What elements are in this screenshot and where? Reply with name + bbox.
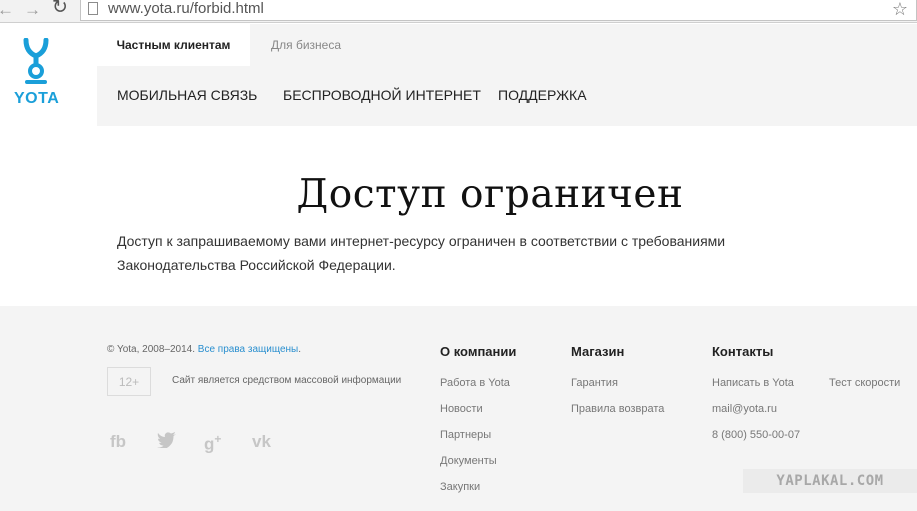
copyright: © Yota, 2008–2014. Все права защищены. xyxy=(107,344,301,355)
logo-text: YOTA xyxy=(14,90,60,107)
watermark: YAPLAKAL.COM xyxy=(743,469,917,493)
url-text[interactable]: www.yota.ru/forbid.html xyxy=(108,0,264,18)
rights-suffix: . xyxy=(298,344,302,355)
twitter-icon[interactable] xyxy=(157,432,176,453)
link-jobs[interactable]: Работа в Yota xyxy=(440,377,510,389)
copyright-text: © Yota, 2008–2014. xyxy=(107,344,196,355)
twitter-bird-icon xyxy=(157,432,176,449)
yota-logo[interactable]: YOTA xyxy=(0,24,97,126)
star-icon[interactable]: ☆ xyxy=(892,0,908,18)
access-message: Доступ к запрашиваемому вами интернет-ре… xyxy=(117,229,797,277)
footer-col-about-title: О компании xyxy=(440,344,517,359)
link-documents[interactable]: Документы xyxy=(440,455,497,467)
rights-link[interactable]: Все права защищены xyxy=(198,344,298,355)
nav-support[interactable]: ПОДДЕРЖКА xyxy=(498,87,587,103)
footer-col-shop-title: Магазин xyxy=(571,344,625,359)
link-partners[interactable]: Партнеры xyxy=(440,429,491,441)
vk-icon[interactable]: vk xyxy=(252,432,271,452)
page-title: Доступ ограничен xyxy=(296,172,684,217)
link-phone[interactable]: 8 (800) 550-00-07 xyxy=(712,429,800,441)
header-navigation: Частным клиентам Для бизнеса МОБИЛЬНАЯ С… xyxy=(97,24,917,126)
tab-private-clients[interactable]: Частным клиентам xyxy=(97,24,250,66)
page-icon xyxy=(88,2,98,15)
link-speed-test[interactable]: Тест скорости xyxy=(829,377,900,389)
age-rating-badge: 12+ xyxy=(107,367,151,396)
nav-mobile[interactable]: МОБИЛЬНАЯ СВЯЗЬ xyxy=(117,87,257,103)
forward-arrow-icon[interactable]: → xyxy=(24,1,41,19)
link-warranty[interactable]: Гарантия xyxy=(571,377,618,389)
footer-col-contacts-title: Контакты xyxy=(712,344,774,359)
link-return-policy[interactable]: Правила возврата xyxy=(571,403,664,415)
message-line-1: Доступ к запрашиваемому вами интернет-ре… xyxy=(117,233,726,249)
address-bar[interactable]: www.yota.ru/forbid.html ☆ xyxy=(80,0,917,21)
link-procurement[interactable]: Закупки xyxy=(440,481,480,493)
link-write-to-yota[interactable]: Написать в Yota xyxy=(712,377,794,389)
tab-business[interactable]: Для бизнеса xyxy=(271,24,341,66)
google-plus-icon[interactable]: g+ xyxy=(204,432,221,455)
yota-logo-icon xyxy=(23,38,49,84)
reload-icon[interactable]: ↻ xyxy=(52,0,68,17)
browser-toolbar: ← → ↻ www.yota.ru/forbid.html ☆ xyxy=(0,0,917,23)
message-line-2: Законодательства Российской Федерации. xyxy=(117,257,396,273)
back-arrow-icon[interactable]: ← xyxy=(0,1,14,19)
media-note: Сайт является средством массовой информа… xyxy=(172,375,402,386)
link-news[interactable]: Новости xyxy=(440,403,483,415)
link-email[interactable]: mail@yota.ru xyxy=(712,403,777,415)
nav-wireless-internet[interactable]: БЕСПРОВОДНОЙ ИНТЕРНЕТ xyxy=(283,87,481,103)
fb-icon[interactable]: fb xyxy=(110,432,126,452)
